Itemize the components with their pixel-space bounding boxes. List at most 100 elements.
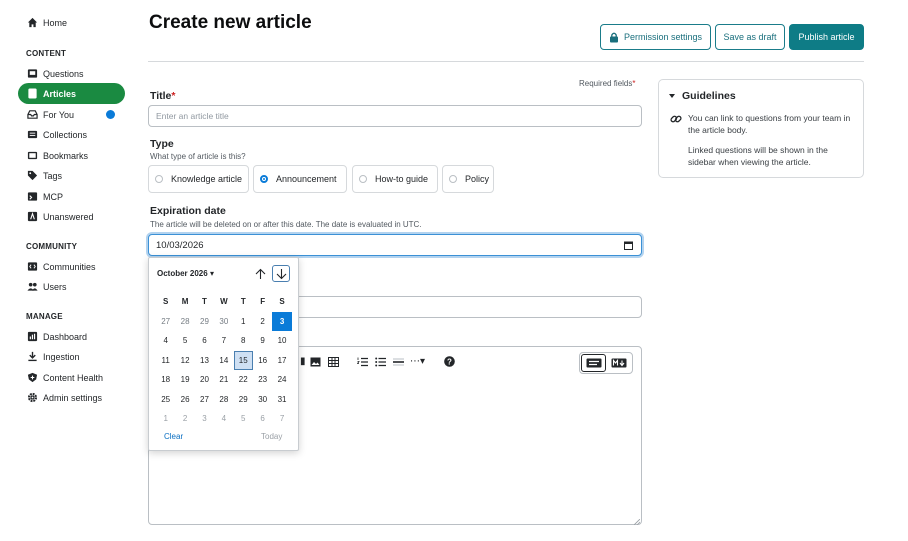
- bookmark-icon: [26, 150, 38, 162]
- calendar-day[interactable]: 27: [156, 312, 175, 332]
- calendar-day[interactable]: 14: [214, 351, 233, 371]
- horizontal-rule-icon[interactable]: [393, 357, 404, 370]
- sidebar-item-bookmarks[interactable]: Bookmarks: [18, 145, 125, 166]
- calendar-day[interactable]: 4: [156, 331, 175, 351]
- ordered-list-icon[interactable]: [356, 357, 368, 370]
- sidebar-item-home[interactable]: Home: [18, 12, 125, 33]
- calendar-day[interactable]: 30: [214, 312, 233, 332]
- calendar-day[interactable]: 10: [272, 331, 291, 351]
- calendar-day[interactable]: 7: [214, 331, 233, 351]
- title-input[interactable]: Enter an article title: [148, 105, 642, 127]
- calendar-day[interactable]: 6: [253, 409, 272, 429]
- month-selector[interactable]: October 2026 ▾: [157, 269, 214, 278]
- health-icon: [26, 372, 38, 384]
- weekday-header-row: S M T W T F S: [156, 292, 292, 312]
- calendar-day[interactable]: 23: [253, 370, 272, 390]
- radio-label: How-to guide: [375, 174, 429, 184]
- sidebar-item-users[interactable]: Users: [18, 276, 125, 297]
- calendar-day[interactable]: 25: [156, 390, 175, 410]
- sidebar-item-label: Admin settings: [43, 392, 103, 403]
- markdown-mode-button[interactable]: [606, 354, 631, 372]
- calendar-day[interactable]: 26: [175, 390, 194, 410]
- help-icon[interactable]: ?: [444, 356, 455, 370]
- weekday-label: S: [163, 297, 169, 307]
- sidebar-item-tags[interactable]: Tags: [18, 165, 125, 186]
- title-placeholder: Enter an article title: [156, 111, 229, 121]
- sidebar-item-ingestion[interactable]: Ingestion: [18, 346, 125, 367]
- calendar-day[interactable]: 24: [272, 370, 291, 390]
- calendar-day[interactable]: 28: [175, 312, 194, 332]
- expiration-date-input[interactable]: 10/03/2026: [148, 234, 642, 256]
- calendar-day[interactable]: 30: [253, 390, 272, 410]
- svg-text:?: ?: [447, 357, 452, 366]
- calendar-day[interactable]: 9: [253, 331, 272, 351]
- next-month-button[interactable]: [272, 265, 290, 282]
- image-icon[interactable]: [310, 357, 321, 370]
- calendar-day[interactable]: 18: [156, 370, 175, 390]
- tags-input[interactable]: [280, 296, 642, 318]
- collapse-caret-icon[interactable]: [669, 94, 675, 98]
- previous-month-button[interactable]: [251, 265, 269, 282]
- calendar-day[interactable]: 5: [234, 409, 253, 429]
- more-options-icon[interactable]: ⋯▾: [410, 356, 425, 367]
- today-button[interactable]: Today: [261, 432, 282, 441]
- bullet-list-icon[interactable]: [375, 357, 386, 370]
- calendar-day[interactable]: 3: [272, 311, 292, 331]
- permission-settings-button[interactable]: Permission settings: [600, 24, 711, 50]
- calendar-day[interactable]: 19: [175, 370, 194, 390]
- calendar-day[interactable]: 2: [253, 312, 272, 332]
- calendar-icon[interactable]: [624, 241, 633, 250]
- sidebar-item-for-you[interactable]: For You: [18, 104, 125, 125]
- calendar-day[interactable]: 1: [234, 312, 253, 332]
- sidebar-item-unanswered[interactable]: Unanswered: [18, 206, 125, 227]
- calendar-day[interactable]: 29: [234, 390, 253, 410]
- editor-mode-toggle[interactable]: [579, 352, 633, 374]
- sidebar-item-mcp[interactable]: MCP: [18, 186, 125, 207]
- radio-circle: [155, 175, 163, 183]
- publish-article-button[interactable]: Publish article: [789, 24, 864, 50]
- quote-icon[interactable]: ▮: [300, 356, 306, 367]
- clear-button[interactable]: Clear: [164, 432, 183, 441]
- calendar-day[interactable]: 12: [175, 351, 194, 371]
- resize-handle-icon[interactable]: [633, 516, 641, 526]
- type-option-policy[interactable]: Policy: [442, 165, 494, 193]
- type-option-how-to-guide[interactable]: How-to guide: [352, 165, 438, 193]
- sidebar-item-label: Questions: [43, 68, 84, 79]
- calendar-day[interactable]: 3: [195, 409, 214, 429]
- calendar-day[interactable]: 21: [214, 370, 233, 390]
- calendar-day[interactable]: 31: [272, 390, 291, 410]
- calendar-day[interactable]: 15: [233, 350, 253, 370]
- sidebar-item-communities[interactable]: Communities: [18, 256, 125, 277]
- type-option-announcement[interactable]: Announcement: [253, 165, 347, 193]
- sidebar-item-admin-settings[interactable]: Admin settings: [18, 387, 125, 408]
- guidelines-title[interactable]: Guidelines: [682, 90, 736, 102]
- sidebar-item-label: Users: [43, 281, 67, 292]
- calendar-day[interactable]: 7: [272, 409, 291, 429]
- calendar-day[interactable]: 4: [214, 409, 233, 429]
- calendar-day[interactable]: 28: [214, 390, 233, 410]
- sidebar-item-articles[interactable]: Articles: [18, 83, 125, 104]
- calendar-day[interactable]: 5: [175, 331, 194, 351]
- calendar-day[interactable]: 8: [234, 331, 253, 351]
- calendar-day[interactable]: 27: [195, 390, 214, 410]
- type-option-knowledge-article[interactable]: Knowledge article: [148, 165, 249, 193]
- sidebar-item-label: Communities: [43, 261, 96, 272]
- calendar-day[interactable]: 17: [272, 351, 291, 371]
- table-icon[interactable]: [328, 357, 339, 370]
- calendar-day[interactable]: 11: [156, 351, 175, 371]
- calendar-day[interactable]: 1: [156, 409, 175, 429]
- calendar-day[interactable]: 13: [195, 351, 214, 371]
- calendar-day[interactable]: 6: [195, 331, 214, 351]
- calendar-day[interactable]: 22: [234, 370, 253, 390]
- calendar-day[interactable]: 29: [195, 312, 214, 332]
- sidebar-item-dashboard[interactable]: Dashboard: [18, 326, 125, 347]
- sidebar-item-collections[interactable]: Collections: [18, 124, 125, 145]
- save-draft-button[interactable]: Save as draft: [715, 24, 785, 50]
- rich-text-mode-button[interactable]: [581, 354, 606, 372]
- sidebar-item-content-health[interactable]: Content Health: [18, 367, 125, 388]
- calendar-day[interactable]: 16: [253, 351, 272, 371]
- expiration-label: Expiration date: [150, 205, 226, 217]
- calendar-day[interactable]: 2: [175, 409, 194, 429]
- sidebar-item-questions[interactable]: Questions: [18, 63, 125, 84]
- calendar-day[interactable]: 20: [195, 370, 214, 390]
